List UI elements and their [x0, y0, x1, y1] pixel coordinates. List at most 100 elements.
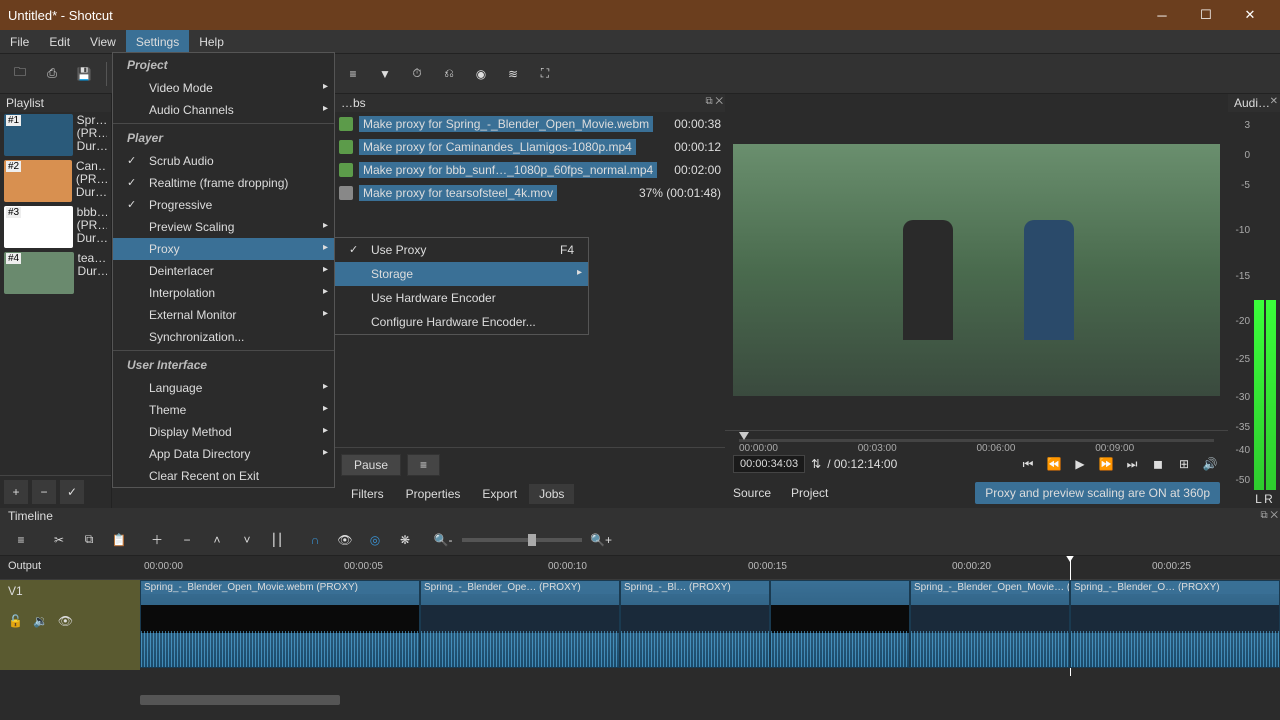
save-icon[interactable]: 💾	[70, 60, 98, 88]
mute-icon[interactable]: 🔉	[33, 614, 48, 628]
clip[interactable]	[770, 580, 910, 668]
tab-export[interactable]: Export	[472, 484, 527, 504]
markers-icon[interactable]: ⎌	[435, 60, 463, 88]
overwrite-icon[interactable]: ˅	[236, 529, 258, 551]
volume-icon[interactable]: 🔊	[1200, 457, 1220, 471]
remove-icon[interactable]: −	[176, 529, 198, 551]
split-icon[interactable]: ⎮⎮	[266, 529, 288, 551]
settings-realtime[interactable]: Realtime (frame dropping)	[113, 172, 334, 194]
open-file-icon[interactable]: 🗀	[6, 60, 34, 88]
settings-synchronization[interactable]: Synchronization...	[113, 326, 334, 348]
jobs-detach-icon[interactable]: ⧉ ✕	[705, 96, 723, 107]
paste-icon[interactable]: 📋	[108, 529, 130, 551]
preview-scrubber[interactable]: 00:00:00 00:03:00 00:06:00 00:09:00	[739, 439, 1214, 442]
project-tab[interactable]: Project	[791, 486, 828, 500]
clip[interactable]: Spring_-_Blender_Ope… (PROXY)	[420, 580, 620, 668]
playlist-item[interactable]: #3 bbb…(PR…Dur…	[0, 204, 111, 250]
settings-language[interactable]: Language	[113, 377, 334, 399]
timeline-tracks[interactable]: 00:00:00 00:00:05 00:00:10 00:00:15 00:0…	[140, 556, 1280, 694]
settings-deinterlacer[interactable]: Deinterlacer	[113, 260, 334, 282]
playlist-item[interactable]: #4 tea…Dur…	[0, 250, 111, 296]
forward-icon[interactable]: ⏩	[1096, 457, 1116, 471]
settings-interpolation[interactable]: Interpolation	[113, 282, 334, 304]
settings-video-mode[interactable]: Video Mode	[113, 77, 334, 99]
settings-clear-recent[interactable]: Clear Recent on Exit	[113, 465, 334, 487]
clip[interactable]: Spring_-_Bl… (PROXY)	[620, 580, 770, 668]
maximize-button[interactable]: ☐	[1184, 0, 1228, 30]
menu-edit[interactable]: Edit	[39, 30, 80, 53]
minimize-button[interactable]: ─	[1140, 0, 1184, 30]
snap-icon[interactable]: ∩	[304, 529, 326, 551]
settings-external-monitor[interactable]: External Monitor	[113, 304, 334, 326]
proxy-cfg-hw[interactable]: Configure Hardware Encoder...	[335, 310, 588, 334]
clip[interactable]: Spring_-_Blender_Open_Movie.webm (PROXY)	[140, 580, 420, 668]
track-header-v1[interactable]: V1 🔓 🔉 👁	[0, 580, 140, 670]
pause-button[interactable]: Pause	[341, 454, 401, 476]
eye-icon[interactable]: 👁	[58, 614, 73, 628]
fullscreen-icon[interactable]: ⛶	[531, 60, 559, 88]
list-icon[interactable]: ≡	[339, 60, 367, 88]
ripple-all-icon[interactable]: ❋	[394, 529, 416, 551]
timeline-detach-icon[interactable]: ⧉ ✕	[1260, 510, 1278, 521]
settings-theme[interactable]: Theme	[113, 399, 334, 421]
job-row[interactable]: Make proxy for Spring_-_Blender_Open_Mov…	[335, 112, 725, 135]
menu-help[interactable]: Help	[189, 30, 234, 53]
zoom-icon[interactable]: ◼	[1148, 457, 1168, 471]
settings-proxy[interactable]: Proxy	[113, 238, 334, 260]
open-other-icon[interactable]: ⎙	[38, 60, 66, 88]
tab-filters[interactable]: Filters	[341, 484, 394, 504]
skip-start-icon[interactable]: ⏮	[1018, 457, 1038, 472]
settings-preview-scaling[interactable]: Preview Scaling	[113, 216, 334, 238]
skip-end-icon[interactable]: ⏭	[1122, 457, 1142, 472]
proxy-use-proxy[interactable]: Use Proxy F4	[335, 238, 588, 262]
menu-file[interactable]: File	[0, 30, 39, 53]
grid-icon[interactable]: ⊞	[1174, 457, 1194, 471]
playlist-check-button[interactable]: ✓	[60, 480, 84, 504]
scrub-icon[interactable]: 👁	[334, 529, 356, 551]
cut-icon[interactable]: ✂	[48, 529, 70, 551]
output-header[interactable]: Output	[0, 556, 140, 580]
zoom-out-icon[interactable]: 🔍-	[432, 529, 454, 551]
settings-display-method[interactable]: Display Method	[113, 421, 334, 443]
playlist-remove-button[interactable]: −	[32, 480, 56, 504]
job-row[interactable]: Make proxy for bbb_sunf…_1080p_60fps_nor…	[335, 158, 725, 181]
preview-video[interactable]	[733, 144, 1220, 396]
rewind-icon[interactable]: ⏪	[1044, 457, 1064, 471]
playlist-item[interactable]: #2 Can…(PR…Dur…	[0, 158, 111, 204]
settings-progressive[interactable]: Progressive	[113, 194, 334, 216]
settings-app-data[interactable]: App Data Directory	[113, 443, 334, 465]
zoom-slider[interactable]	[462, 538, 582, 542]
job-row[interactable]: Make proxy for Caminandes_Llamigos-1080p…	[335, 135, 725, 158]
preview-timeline[interactable]: 00:00:00 00:03:00 00:06:00 00:09:00	[725, 430, 1228, 450]
clip[interactable]: Spring_-_Blender_O… (PROXY)	[1070, 580, 1280, 668]
jobs-menu-button[interactable]: ≡	[407, 454, 440, 476]
append-icon[interactable]: ＋	[146, 529, 168, 551]
settings-audio-channels[interactable]: Audio Channels	[113, 99, 334, 121]
ripple-icon[interactable]: ◎	[364, 529, 386, 551]
lift-icon[interactable]: ˄	[206, 529, 228, 551]
filter-icon[interactable]: ▼	[371, 60, 399, 88]
proxy-use-hw[interactable]: Use Hardware Encoder	[335, 286, 588, 310]
timecode-input[interactable]: 00:00:34:03	[733, 455, 805, 473]
timeline-scrollbar[interactable]	[0, 694, 1280, 706]
close-button[interactable]: ✕	[1228, 0, 1272, 30]
zoom-in-icon[interactable]: 🔍+	[590, 529, 612, 551]
stack-icon[interactable]: ≋	[499, 60, 527, 88]
lock-icon[interactable]: 🔓	[8, 614, 23, 628]
audio-close-icon[interactable]: ✕	[1270, 96, 1278, 107]
play-icon[interactable]: ▶	[1070, 457, 1090, 471]
clip[interactable]: Spring_-_Blender_Open_Movie… (PROXY)	[910, 580, 1070, 668]
record-icon[interactable]: ◉	[467, 60, 495, 88]
settings-scrub-audio[interactable]: Scrub Audio	[113, 150, 334, 172]
timer-icon[interactable]: ⏱	[403, 60, 431, 88]
source-tab[interactable]: Source	[733, 486, 771, 500]
menu-settings[interactable]: Settings	[126, 30, 189, 53]
tab-jobs[interactable]: Jobs	[529, 484, 574, 504]
copy-icon[interactable]: ⧉	[78, 529, 100, 551]
job-row[interactable]: Make proxy for tearsofsteel_4k.mov 37% (…	[335, 181, 725, 204]
tl-menu-icon[interactable]: ≡	[10, 529, 32, 551]
menu-view[interactable]: View	[80, 30, 126, 53]
timeline-ruler[interactable]: 00:00:00 00:00:05 00:00:10 00:00:15 00:0…	[140, 556, 1280, 580]
proxy-storage[interactable]: Storage	[335, 262, 588, 286]
tab-properties[interactable]: Properties	[396, 484, 471, 504]
